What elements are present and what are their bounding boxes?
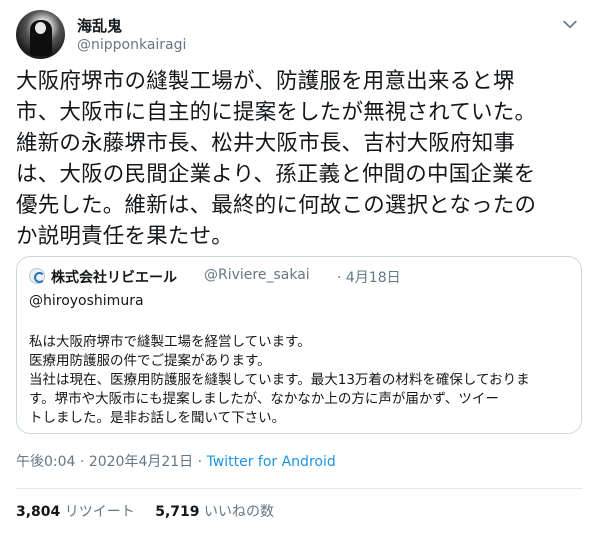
- quoted-author-name: 株式会社リビエール: [51, 270, 177, 286]
- divider: [16, 488, 582, 489]
- quoted-date: · 4月18日: [337, 270, 401, 286]
- likes-label: いいねの数: [203, 504, 274, 520]
- quoted-author-handle: @Riviere_sakai: [204, 267, 310, 283]
- likes-count: 5,719: [155, 504, 200, 520]
- quoted-body-line: す。堺市や大阪市にも提案しましたが、なかなか上の方に声が届かず、ツイー: [29, 391, 499, 407]
- likes-stat[interactable]: 5,719 いいねの数: [155, 501, 274, 521]
- quoted-body: 私は大阪府堺市で縫製工場を経営しています。 医療用防護服の件でご提案があります。…: [29, 333, 574, 428]
- retweets-stat[interactable]: 3,804 リツイート: [16, 501, 135, 521]
- avatar[interactable]: [16, 10, 65, 59]
- quoted-mention[interactable]: @hiroyoshimura: [29, 293, 144, 309]
- tweet-time[interactable]: 午後0:04: [16, 454, 75, 470]
- tweet-meta: 午後0:04 · 2020年4月21日 · Twitter for Androi…: [16, 451, 336, 471]
- company-logo-icon: [29, 268, 45, 284]
- author-display-name[interactable]: 海乱鬼: [77, 15, 122, 36]
- chevron-down-icon[interactable]: [560, 14, 580, 34]
- quoted-body-line: 医療用防護服の件でご提案があります。: [29, 353, 271, 369]
- quoted-body-line: 当社は現在、医療用防護服を縫製しています。最大13万着の材料を確保しておりま: [29, 372, 530, 388]
- retweets-label: リツイート: [64, 504, 135, 520]
- quoted-body-line: トしました。是非お話しを聞いて下さい。: [29, 410, 286, 426]
- author-handle[interactable]: @nipponkairagi: [77, 37, 186, 53]
- tweet-stats: 3,804 リツイート 5,719 いいねの数: [16, 501, 274, 521]
- quoted-body-line: 私は大阪府堺市で縫製工場を経営しています。: [29, 334, 311, 350]
- meta-separator: ·: [193, 454, 207, 470]
- retweets-count: 3,804: [16, 504, 61, 520]
- quoted-tweet[interactable]: 株式会社リビエール @Riviere_sakai · 4月18日 @hiroyo…: [16, 256, 582, 434]
- meta-separator: ·: [75, 454, 89, 470]
- tweet-text: 大阪府堺市の縫製工場が、防護服を用意出来ると堺 市、大阪市に自主的に提案をしたが…: [16, 69, 537, 249]
- avatar-face: [35, 22, 46, 34]
- tweet-date[interactable]: 2020年4月21日: [89, 454, 193, 470]
- tweet-source-link[interactable]: Twitter for Android: [207, 454, 336, 470]
- tweet-header: 海乱鬼 @nipponkairagi: [16, 10, 582, 60]
